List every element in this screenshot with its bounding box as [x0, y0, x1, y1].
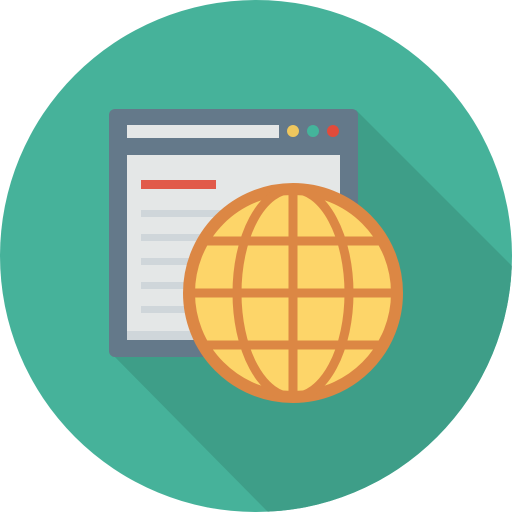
app-icon-canvas: [0, 0, 512, 512]
window-dot-red-icon: [327, 125, 339, 137]
web-browser-globe-icon: [0, 0, 512, 512]
page-bottom-strip: [127, 331, 197, 340]
page-text-line: [141, 210, 221, 217]
window-dot-yellow-icon: [287, 125, 299, 137]
window-dot-green-icon: [307, 125, 319, 137]
page-heading-bar: [141, 180, 216, 189]
address-bar: [127, 125, 279, 138]
page-text-line: [141, 306, 186, 313]
globe-icon: [183, 183, 403, 403]
